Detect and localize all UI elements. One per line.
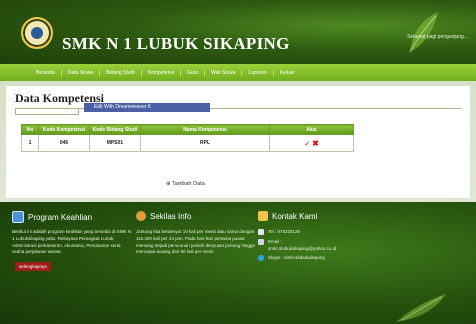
footer-program-column: Program Keahlian Berikut ini adalah prog…: [12, 202, 132, 324]
leaf-decoration-icon: [396, 294, 446, 322]
contact-email-label: Email :: [268, 238, 282, 244]
nav-item-wali-siswa[interactable]: Wali Siswa: [204, 69, 241, 76]
col-header-nama-kompetensi: Nama Kompetensi: [140, 124, 270, 135]
contact-phone-row: Tel : 075225125: [258, 229, 448, 236]
footer-info-column: Sekilas Info Jantung kita berdenyut 10 k…: [136, 202, 256, 324]
email-icon: [258, 238, 264, 245]
check-edit-icon[interactable]: ✓: [304, 141, 310, 148]
info-title: Sekilas Info: [150, 211, 192, 221]
welcome-text: Selamat pagi pengunjung...: [407, 34, 468, 40]
nav-item-kompetensi[interactable]: Kompetensi: [140, 69, 180, 76]
col-header-kode-kompetensi: Kode Kompetensi: [38, 124, 90, 135]
contact-phone: Tel : 075225125: [268, 229, 301, 234]
site-header: SMK N 1 LUBUK SIKAPING Selamat pagi peng…: [0, 0, 476, 64]
person-icon: [136, 211, 146, 221]
table-row: 1 046 MPS01 RPL ✓ ✖: [21, 134, 354, 152]
cell-no: 1: [21, 134, 39, 152]
contact-email[interactable]: smkn1lubuksikaping@yahoo.co.id: [268, 246, 336, 251]
contact-list: Tel : 075225125 Email : smkn1lubuksikapi…: [258, 229, 448, 265]
table-header-row: No Kode Kompetensi Kode Bidang Studi Nam…: [21, 124, 354, 135]
info-heading: Sekilas Info: [136, 211, 191, 221]
contact-email-row: Email : smkn1lubuksikaping@yahoo.co.id: [258, 238, 448, 253]
x-delete-icon[interactable]: ✖: [312, 139, 319, 148]
program-text: Berikut ini adalah program keahlian yang…: [12, 229, 132, 255]
add-data-link[interactable]: ⊕ Tambah Data: [166, 181, 205, 187]
school-name: SMK N 1 LUBUK SIKAPING: [62, 34, 290, 53]
page: SMK N 1 LUBUK SIKAPING Selamat pagi peng…: [0, 0, 476, 324]
title-divider: [15, 108, 461, 109]
nav-item-beranda[interactable]: Beranda: [30, 70, 61, 76]
contact-heading: Kontak Kami: [258, 211, 317, 221]
site-footer: Program Keahlian Berikut ini adalah prog…: [0, 202, 476, 324]
nav-item-keluar[interactable]: Keluar: [272, 69, 300, 76]
kompetensi-table: No Kode Kompetensi Kode Bidang Studi Nam…: [21, 124, 354, 152]
nav-item-guru[interactable]: Guru: [179, 69, 204, 76]
dreamweaver-tooltip: Edit With Dreamweaver 8: [84, 103, 210, 112]
cell-kode-bidang-studi: MPS01: [89, 134, 141, 152]
nav-item-bidang-studi[interactable]: Bidang Studi: [99, 69, 140, 76]
program-title: Program Keahlian: [28, 212, 93, 222]
nav-item-laporan[interactable]: Laporan: [241, 69, 272, 76]
content-panel: Data Kompetensi Edit With Dreamweaver 8 …: [6, 86, 470, 198]
col-header-kode-bidang-studi: Kode Bidang Studi: [89, 124, 141, 135]
skype-icon: [258, 255, 264, 262]
phone-icon: [258, 229, 264, 235]
contact-skype: Skype : smkn1lubuksikaping: [268, 255, 325, 261]
col-header-no: No: [21, 124, 39, 135]
monitor-icon: [12, 211, 24, 223]
contact-skype-row: Skype : smkn1lubuksikaping: [258, 255, 448, 262]
contact-email-block: Email : smkn1lubuksikaping@yahoo.co.id: [268, 239, 336, 253]
leaf-decoration-icon: [409, 12, 438, 53]
program-heading: Program Keahlian: [12, 211, 92, 223]
selengkapnya-button[interactable]: selengkapnya: [15, 262, 51, 271]
school-emblem-icon: [21, 17, 53, 49]
title-box: [15, 108, 79, 115]
main-nav: Beranda Data Siswa Bidang Studi Kompeten…: [0, 64, 476, 81]
cell-nama-kompetensi: RPL: [140, 134, 270, 152]
footer-contact-column: Kontak Kami Tel : 075225125 Email : smkn…: [258, 202, 378, 324]
cell-aksi: ✓ ✖: [269, 134, 354, 152]
home-icon: [258, 211, 268, 221]
col-header-aksi: Aksi: [269, 124, 354, 135]
contact-title: Kontak Kami: [272, 211, 318, 221]
info-text: Jantung kita berdenyut 10 kali per menit…: [136, 229, 255, 255]
cell-kode-kompetensi: 046: [38, 134, 90, 152]
nav-item-data-siswa[interactable]: Data Siswa: [60, 69, 99, 76]
